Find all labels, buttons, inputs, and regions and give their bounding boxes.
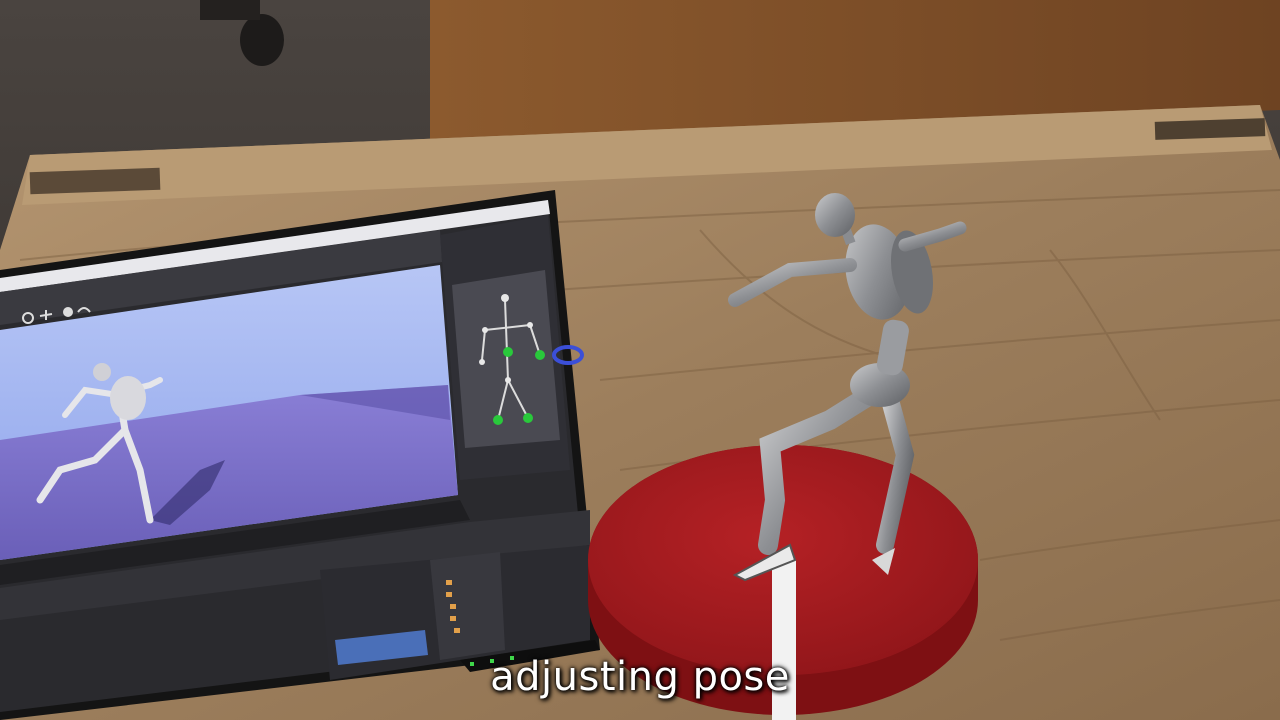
scene-illustration bbox=[0, 0, 1280, 720]
table-slot-right bbox=[1154, 118, 1266, 140]
table-slot-left bbox=[29, 167, 161, 195]
ar-scene: adjusting pose bbox=[0, 0, 1280, 720]
chair-wheel bbox=[240, 14, 284, 66]
caption-text: adjusting pose bbox=[490, 654, 790, 700]
scene-tree-panel bbox=[430, 552, 505, 660]
